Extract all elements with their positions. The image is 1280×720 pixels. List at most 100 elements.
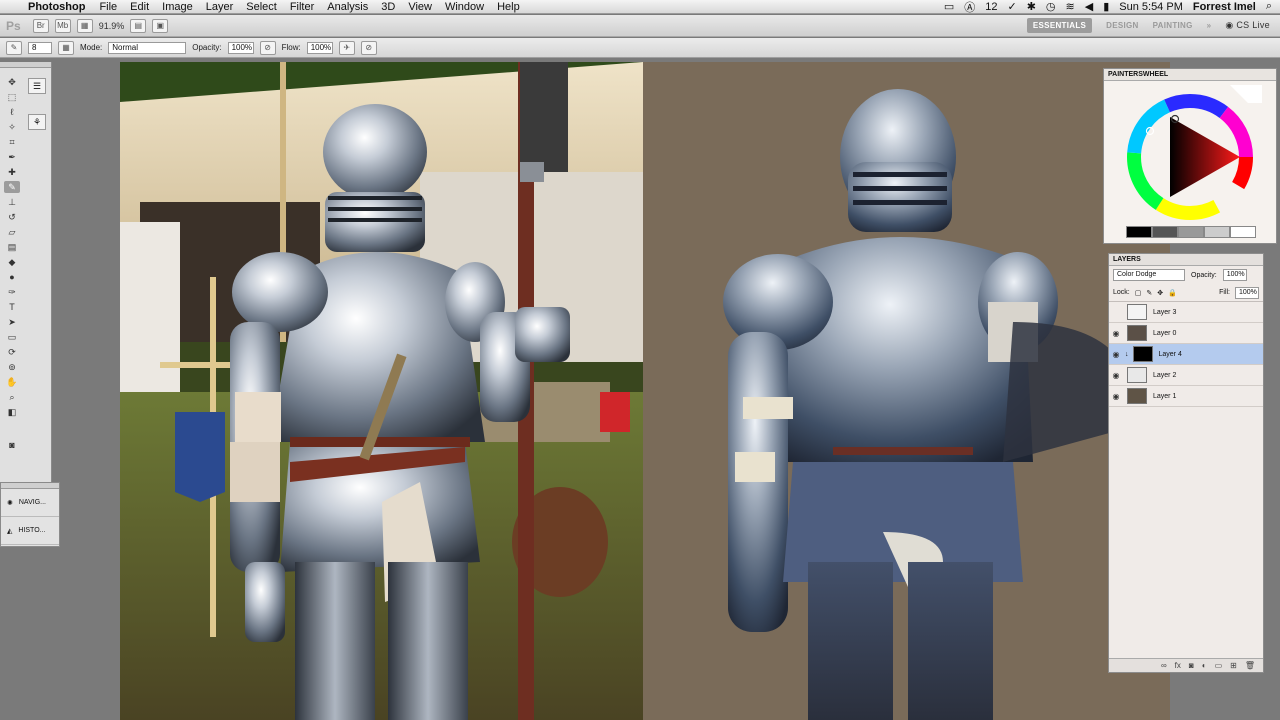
brush-presets-icon[interactable]: ☰ (28, 78, 46, 94)
painters-wheel-title[interactable]: PAINTERSWHEEL (1104, 69, 1276, 81)
history-brush-tool-icon[interactable]: ↺ (4, 211, 20, 223)
lasso-tool-icon[interactable]: ℓ (4, 106, 20, 118)
3d-rotate-tool-icon[interactable]: ⟳ (4, 346, 20, 358)
eye-icon[interactable]: ◉ (1109, 392, 1123, 401)
more-workspaces-button[interactable]: » (1207, 21, 1212, 30)
sync-icon[interactable]: ✓ (1007, 0, 1016, 13)
history-panel-button[interactable]: ◭ HISTO... (1, 517, 59, 545)
crop-tool-icon[interactable]: ⌗ (4, 136, 20, 148)
move-tool-icon[interactable]: ✥ (4, 76, 20, 88)
quick-select-tool-icon[interactable]: ✧ (4, 121, 20, 133)
volume-icon[interactable]: ◀ (1085, 0, 1093, 13)
workspace-painting[interactable]: PAINTING (1153, 21, 1193, 30)
swatch-mid-gray[interactable] (1178, 226, 1204, 238)
lock-transparency-icon[interactable]: ▢ (1135, 289, 1142, 297)
mini-bridge-button[interactable]: Mb (54, 18, 71, 33)
zoom-level[interactable]: 91.9% (99, 21, 125, 31)
eraser-tool-icon[interactable]: ▱ (4, 226, 20, 238)
color-swatches-icon[interactable]: ◧ (4, 406, 20, 418)
mode-select[interactable]: Normal (108, 41, 187, 54)
menu-edit[interactable]: Edit (130, 1, 149, 13)
clock[interactable]: Sun 5:54 PM (1119, 1, 1183, 13)
eyedropper-tool-icon[interactable]: ✒ (4, 151, 20, 163)
pen-tool-icon[interactable]: ✑ (4, 286, 20, 298)
color-wheel[interactable] (1120, 85, 1262, 223)
workspace-essentials[interactable]: ESSENTIALS (1026, 18, 1093, 33)
quick-mask-icon[interactable]: ◙ (4, 439, 20, 451)
painting-canvas[interactable] (643, 62, 1170, 720)
menu-layer[interactable]: Layer (206, 1, 234, 13)
shape-tool-icon[interactable]: ▭ (4, 331, 20, 343)
menu-view[interactable]: View (408, 1, 432, 13)
tools-panel-header[interactable] (0, 62, 51, 68)
menu-select[interactable]: Select (246, 1, 277, 13)
gradient-tool-icon[interactable]: ▤ (4, 241, 20, 253)
swatch-light-gray[interactable] (1204, 226, 1230, 238)
link-layers-icon[interactable]: ∞ (1161, 659, 1167, 672)
delete-layer-icon[interactable]: 🗑 (1245, 659, 1255, 672)
lock-position-icon[interactable]: ✥ (1157, 289, 1163, 297)
airbrush-icon[interactable]: ✈ (338, 40, 355, 55)
new-layer-icon[interactable]: ⊞ (1230, 659, 1237, 672)
tool-preset-picker[interactable]: ✎ (6, 40, 22, 55)
clone-stamp-tool-icon[interactable]: ⊥ (4, 196, 20, 208)
menu-file[interactable]: File (99, 1, 117, 13)
type-tool-icon[interactable]: T (4, 301, 20, 313)
layer-row[interactable]: ◉ Layer 1 (1109, 386, 1263, 407)
battery-icon[interactable]: ▮ (1103, 0, 1109, 13)
lock-all-icon[interactable]: 🔒 (1168, 289, 1177, 297)
spotlight-search-icon[interactable]: ⌕ (1266, 0, 1272, 13)
eye-icon[interactable]: ◉ (1109, 329, 1123, 338)
adjustment-layer-icon[interactable]: ◐ (1202, 659, 1207, 672)
fill-field[interactable]: 100% (1235, 286, 1259, 299)
new-group-icon[interactable]: ▭ (1215, 659, 1223, 672)
brush-tool-icon[interactable]: ✎ (4, 181, 20, 193)
reference-photo-canvas[interactable] (120, 62, 643, 720)
layer-mask-icon[interactable]: ◙ (1189, 659, 1194, 672)
bridge-button[interactable]: Br (32, 18, 49, 33)
marquee-tool-icon[interactable]: ⬚ (4, 91, 20, 103)
lock-pixels-icon[interactable]: ✎ (1146, 289, 1152, 297)
user-name[interactable]: Forrest Imel (1193, 1, 1256, 13)
hand-tool-icon[interactable]: ✋ (4, 376, 20, 388)
navigator-panel-button[interactable]: ✺ NAVIG... (1, 489, 59, 517)
eye-icon[interactable]: ◉ (1109, 350, 1123, 359)
flow-field[interactable]: 100% (306, 41, 333, 54)
blend-mode-select[interactable]: Color Dodge (1113, 269, 1185, 281)
menu-image[interactable]: Image (162, 1, 193, 13)
display-icon[interactable]: ▭ (944, 0, 954, 13)
brush-panel-toggle[interactable]: ▦ (58, 40, 74, 55)
tablet-opacity-icon[interactable]: ⊘ (259, 40, 276, 55)
layer-opacity-field[interactable]: 100% (1222, 269, 1247, 281)
workspace-design[interactable]: DESIGN (1106, 21, 1138, 30)
brush-size-picker[interactable]: 8 (28, 41, 52, 54)
screen-mode-button[interactable]: ▣ (152, 18, 169, 33)
healing-tool-icon[interactable]: ✚ (4, 166, 20, 178)
view-extras-button[interactable]: ▦ (76, 18, 93, 33)
zoom-tool-icon[interactable]: ⌕ (4, 391, 20, 403)
blur-tool-icon[interactable]: ◆ (4, 256, 20, 268)
menu-help[interactable]: Help (497, 1, 520, 13)
menu-3d[interactable]: 3D (381, 1, 395, 13)
wifi-icon[interactable]: ≋ (1066, 0, 1075, 13)
layer-style-icon[interactable]: fx (1175, 659, 1181, 672)
path-select-tool-icon[interactable]: ➤ (4, 316, 20, 328)
time-machine-icon[interactable]: ◷ (1046, 0, 1056, 13)
swatch-black[interactable] (1126, 226, 1152, 238)
arrange-documents-button[interactable]: ▤ (130, 18, 147, 33)
dodge-tool-icon[interactable]: ● (4, 271, 20, 283)
layer-row-selected[interactable]: ◉ ↓ Layer 4 (1109, 344, 1263, 365)
layers-title[interactable]: LAYERS (1109, 254, 1263, 266)
layer-row[interactable]: ◉ Layer 0 (1109, 323, 1263, 344)
menu-filter[interactable]: Filter (290, 1, 314, 13)
swatch-white[interactable] (1230, 226, 1256, 238)
menu-window[interactable]: Window (445, 1, 484, 13)
adobe-icon[interactable]: Ⓐ (964, 0, 975, 15)
clone-source-icon[interactable]: ⚘ (28, 114, 46, 130)
swatch-dark-gray[interactable] (1152, 226, 1178, 238)
bluetooth-icon[interactable]: ✱ (1027, 0, 1036, 13)
eye-icon[interactable]: ◉ (1109, 371, 1123, 380)
tablet-size-icon[interactable]: ⊘ (360, 40, 377, 55)
menu-analysis[interactable]: Analysis (327, 1, 368, 13)
3d-orbit-tool-icon[interactable]: ⊚ (4, 361, 20, 373)
